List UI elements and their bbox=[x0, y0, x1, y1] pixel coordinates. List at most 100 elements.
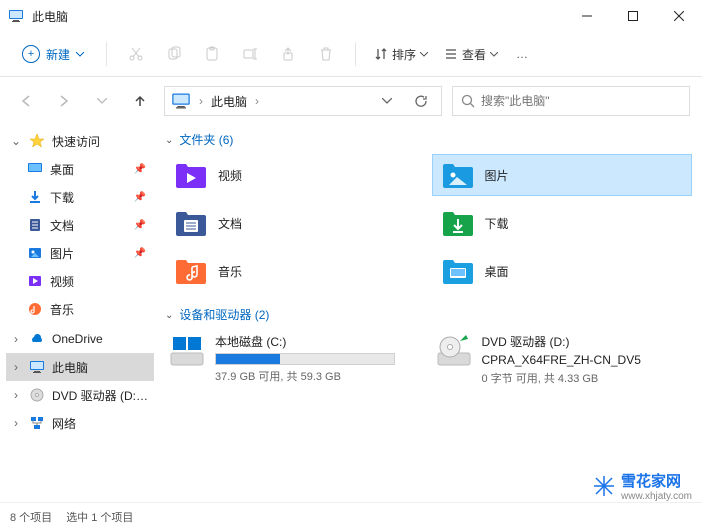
recent-locations-button[interactable] bbox=[88, 87, 116, 115]
search-icon bbox=[461, 94, 475, 108]
chevron-down-icon: ⌄ bbox=[10, 134, 22, 148]
sidebar-item-label: 此电脑 bbox=[52, 359, 150, 376]
chevron-right-icon: › bbox=[10, 416, 22, 430]
sidebar-item-label: 视频 bbox=[50, 273, 150, 290]
address-dropdown-button[interactable] bbox=[373, 87, 401, 115]
close-button[interactable] bbox=[656, 0, 702, 32]
drive-subtext: 0 字节 可用, 共 4.33 GB bbox=[482, 370, 689, 386]
folder-label: 视频 bbox=[218, 167, 242, 184]
desktop-icon bbox=[26, 160, 44, 178]
view-button[interactable]: 查看 bbox=[438, 42, 504, 67]
status-item-count: 8 个项目 bbox=[10, 509, 52, 525]
separator-icon: › bbox=[253, 94, 261, 108]
toolbar: + 新建 排序 查看 … bbox=[0, 32, 702, 76]
chevron-right-icon: › bbox=[10, 332, 22, 346]
folder-music[interactable]: 音乐 bbox=[165, 250, 426, 292]
documents-icon bbox=[26, 216, 44, 234]
pin-icon: 📌 bbox=[134, 192, 146, 203]
videos-folder-icon bbox=[174, 158, 208, 192]
sidebar: ⌄ 快速访问 桌面 📌 下载 📌 文档 📌 图片 bbox=[0, 121, 155, 502]
plus-icon: + bbox=[22, 45, 40, 63]
drive-name: 本地磁盘 (C:) bbox=[215, 333, 422, 350]
forward-button[interactable] bbox=[50, 87, 78, 115]
chevron-right-icon: › bbox=[10, 388, 22, 402]
nav-row: › 此电脑 › bbox=[0, 81, 702, 121]
network-icon bbox=[28, 414, 46, 432]
group-header-drives[interactable]: ⌄ 设备和驱动器 (2) bbox=[165, 306, 692, 323]
watermark-text: 雪花家网 bbox=[621, 470, 692, 491]
chevron-down-icon bbox=[76, 52, 84, 57]
sidebar-item-pictures[interactable]: 图片 📌 bbox=[6, 239, 154, 267]
star-icon bbox=[28, 132, 46, 150]
sidebar-item-label: DVD 驱动器 (D:) CP bbox=[52, 387, 150, 404]
dvd-drive-icon bbox=[436, 333, 472, 369]
sidebar-quick-access[interactable]: ⌄ 快速访问 bbox=[6, 127, 154, 155]
content-area: ⌄ 文件夹 (6) 视频 图片 文档 下载 音乐 bbox=[155, 121, 702, 502]
delete-button[interactable] bbox=[309, 37, 343, 71]
refresh-button[interactable] bbox=[407, 87, 435, 115]
watermark: 雪花家网 www.xhjaty.com bbox=[593, 470, 692, 502]
sidebar-item-videos[interactable]: 视频 bbox=[6, 267, 154, 295]
downloads-folder-icon bbox=[441, 206, 475, 240]
pin-icon: 📌 bbox=[134, 220, 146, 231]
pin-icon: 📌 bbox=[134, 164, 146, 175]
windows-drive-icon bbox=[169, 333, 205, 369]
chevron-down-icon bbox=[420, 52, 428, 57]
group-header-folders[interactable]: ⌄ 文件夹 (6) bbox=[165, 131, 692, 148]
music-folder-icon bbox=[174, 254, 208, 288]
sort-button[interactable]: 排序 bbox=[368, 42, 434, 67]
window-title: 此电脑 bbox=[32, 8, 564, 25]
sidebar-item-label: 下载 bbox=[50, 189, 128, 206]
desktop-folder-icon bbox=[441, 254, 475, 288]
back-button[interactable] bbox=[12, 87, 40, 115]
disc-icon bbox=[28, 386, 46, 404]
maximize-button[interactable] bbox=[610, 0, 656, 32]
sidebar-item-desktop[interactable]: 桌面 📌 bbox=[6, 155, 154, 183]
cloud-icon bbox=[28, 330, 46, 348]
search-field[interactable] bbox=[452, 86, 690, 116]
sidebar-item-documents[interactable]: 文档 📌 bbox=[6, 211, 154, 239]
sidebar-dvd[interactable]: › DVD 驱动器 (D:) CP bbox=[6, 381, 154, 409]
new-button[interactable]: + 新建 bbox=[12, 41, 94, 67]
rename-button[interactable] bbox=[233, 37, 267, 71]
drive-volume-label: CPRA_X64FRE_ZH-CN_DV5 bbox=[482, 353, 689, 367]
more-button[interactable]: … bbox=[508, 43, 536, 65]
group-label: 设备和驱动器 (2) bbox=[179, 306, 269, 323]
drive-local-disk[interactable]: 本地磁盘 (C:) 37.9 GB 可用, 共 59.3 GB bbox=[165, 329, 426, 390]
folder-label: 桌面 bbox=[485, 263, 509, 280]
separator-icon: › bbox=[197, 94, 205, 108]
chevron-down-icon: ⌄ bbox=[165, 310, 173, 321]
folder-pictures[interactable]: 图片 bbox=[432, 154, 693, 196]
sort-icon bbox=[374, 47, 388, 61]
drive-name: DVD 驱动器 (D:) bbox=[482, 333, 689, 350]
folder-downloads[interactable]: 下载 bbox=[432, 202, 693, 244]
copy-button[interactable] bbox=[157, 37, 191, 71]
sidebar-item-label: OneDrive bbox=[52, 332, 150, 346]
status-bar: 8 个项目 选中 1 个项目 bbox=[0, 502, 702, 530]
folder-desktop[interactable]: 桌面 bbox=[432, 250, 693, 292]
sidebar-this-pc[interactable]: › 此电脑 bbox=[6, 353, 154, 381]
this-pc-icon bbox=[28, 358, 46, 376]
music-icon bbox=[26, 300, 44, 318]
sidebar-item-downloads[interactable]: 下载 📌 bbox=[6, 183, 154, 211]
sidebar-network[interactable]: › 网络 bbox=[6, 409, 154, 437]
new-label: 新建 bbox=[46, 46, 70, 63]
share-button[interactable] bbox=[271, 37, 305, 71]
sidebar-item-label: 图片 bbox=[50, 245, 128, 262]
cut-button[interactable] bbox=[119, 37, 153, 71]
sidebar-onedrive[interactable]: › OneDrive bbox=[6, 325, 154, 353]
watermark-url: www.xhjaty.com bbox=[621, 491, 692, 502]
search-input[interactable] bbox=[481, 94, 681, 108]
sidebar-item-music[interactable]: 音乐 bbox=[6, 295, 154, 323]
up-button[interactable] bbox=[126, 87, 154, 115]
chevron-right-icon: › bbox=[10, 360, 22, 374]
folder-documents[interactable]: 文档 bbox=[165, 202, 426, 244]
address-bar[interactable]: › 此电脑 › bbox=[164, 86, 442, 116]
folder-videos[interactable]: 视频 bbox=[165, 154, 426, 196]
this-pc-icon bbox=[171, 91, 191, 111]
minimize-button[interactable] bbox=[564, 0, 610, 32]
breadcrumb-location[interactable]: 此电脑 bbox=[211, 93, 247, 110]
drive-dvd[interactable]: DVD 驱动器 (D:) CPRA_X64FRE_ZH-CN_DV5 0 字节 … bbox=[432, 329, 693, 390]
chevron-down-icon: ⌄ bbox=[165, 135, 173, 146]
paste-button[interactable] bbox=[195, 37, 229, 71]
